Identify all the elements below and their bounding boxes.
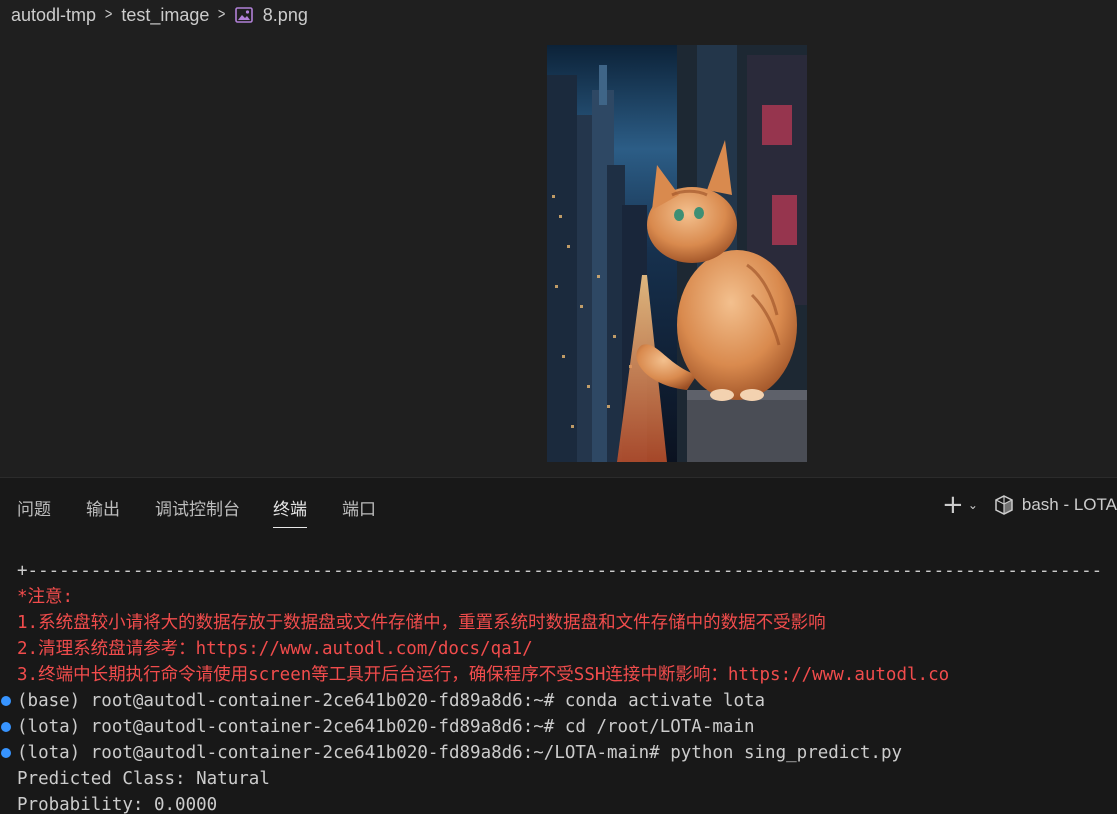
breadcrumb-item-test-image[interactable]: test_image (121, 5, 209, 26)
terminal-cube-icon (995, 495, 1013, 515)
terminal-line-text: (base) root@autodl-container-2ce641b020-… (17, 691, 766, 711)
terminal-name[interactable]: bash - LOTA (1022, 495, 1117, 515)
command-status-dot-icon[interactable] (1, 748, 11, 758)
terminal-line: (base) root@autodl-container-2ce641b020-… (0, 688, 1117, 714)
terminal-line: 1.系统盘较小请将大的数据存放于数据盘或文件存储中，重置系统时数据盘和文件存储中… (0, 610, 1117, 636)
new-terminal-plus-icon[interactable]: + (942, 492, 964, 518)
terminal-line-text: Probability: 0.0000 (17, 795, 218, 814)
terminal-line-text: 1.系统盘较小请将大的数据存放于数据盘或文件存储中，重置系统时数据盘和文件存储中… (17, 613, 826, 633)
image-viewer (0, 30, 1117, 477)
preview-image (547, 45, 807, 462)
terminal-line: Predicted Class: Natural (0, 766, 1117, 792)
vscode-window: autodl-tmp > test_image > 8.png 问题 输出 调试… (0, 0, 1117, 814)
breadcrumb: autodl-tmp > test_image > 8.png (0, 0, 1117, 30)
tab-ports[interactable]: 端口 (342, 495, 376, 520)
cat-city-image (547, 45, 807, 462)
command-status-dot-icon[interactable] (1, 722, 11, 732)
terminal-line: (lota) root@autodl-container-2ce641b020-… (0, 714, 1117, 740)
terminal-line: 3.终端中长期执行命令请使用screen等工具开后台运行，确保程序不受SSH连接… (0, 662, 1117, 688)
terminal-line-text: (lota) root@autodl-container-2ce641b020-… (17, 717, 755, 737)
image-file-icon (234, 7, 253, 23)
terminal-line: Probability: 0.0000 (0, 792, 1117, 814)
terminal-line-text: (lota) root@autodl-container-2ce641b020-… (17, 743, 903, 763)
terminal-output[interactable]: +---------------------------------------… (0, 558, 1117, 814)
terminal-line: *注意: (0, 584, 1117, 610)
tab-output[interactable]: 输出 (86, 495, 120, 520)
panel-actions: + ⌄ bash - LOTA (942, 490, 1117, 520)
terminal-line-text: *注意: (17, 587, 74, 607)
terminal-line-text: +---------------------------------------… (17, 561, 1103, 581)
terminal-line: +---------------------------------------… (0, 558, 1117, 584)
chevron-down-icon[interactable]: ⌄ (968, 498, 978, 512)
breadcrumb-item-autodl-tmp[interactable]: autodl-tmp (11, 5, 96, 26)
breadcrumb-file[interactable]: 8.png (263, 5, 308, 26)
panel-tabs: 问题 输出 调试控制台 终端 端口 + ⌄ bash - LOTA (0, 478, 1117, 533)
bottom-panel: 问题 输出 调试控制台 终端 端口 + ⌄ bash - LOTA +-----… (0, 477, 1117, 814)
chevron-right-icon: > (218, 6, 226, 23)
command-status-dot-icon[interactable] (1, 696, 11, 706)
tab-debug-console[interactable]: 调试控制台 (155, 495, 240, 520)
terminal-line-text: 2.清理系统盘请参考：https://www.autodl.com/docs/q… (17, 639, 533, 659)
chevron-right-icon: > (104, 6, 113, 23)
tab-problems[interactable]: 问题 (17, 495, 51, 520)
tab-terminal[interactable]: 终端 (273, 495, 307, 528)
terminal-line-text: 3.终端中长期执行命令请使用screen等工具开后台运行，确保程序不受SSH连接… (17, 665, 950, 685)
terminal-line-text: Predicted Class: Natural (17, 769, 270, 789)
terminal-line: 2.清理系统盘请参考：https://www.autodl.com/docs/q… (0, 636, 1117, 662)
terminal-line: (lota) root@autodl-container-2ce641b020-… (0, 740, 1117, 766)
